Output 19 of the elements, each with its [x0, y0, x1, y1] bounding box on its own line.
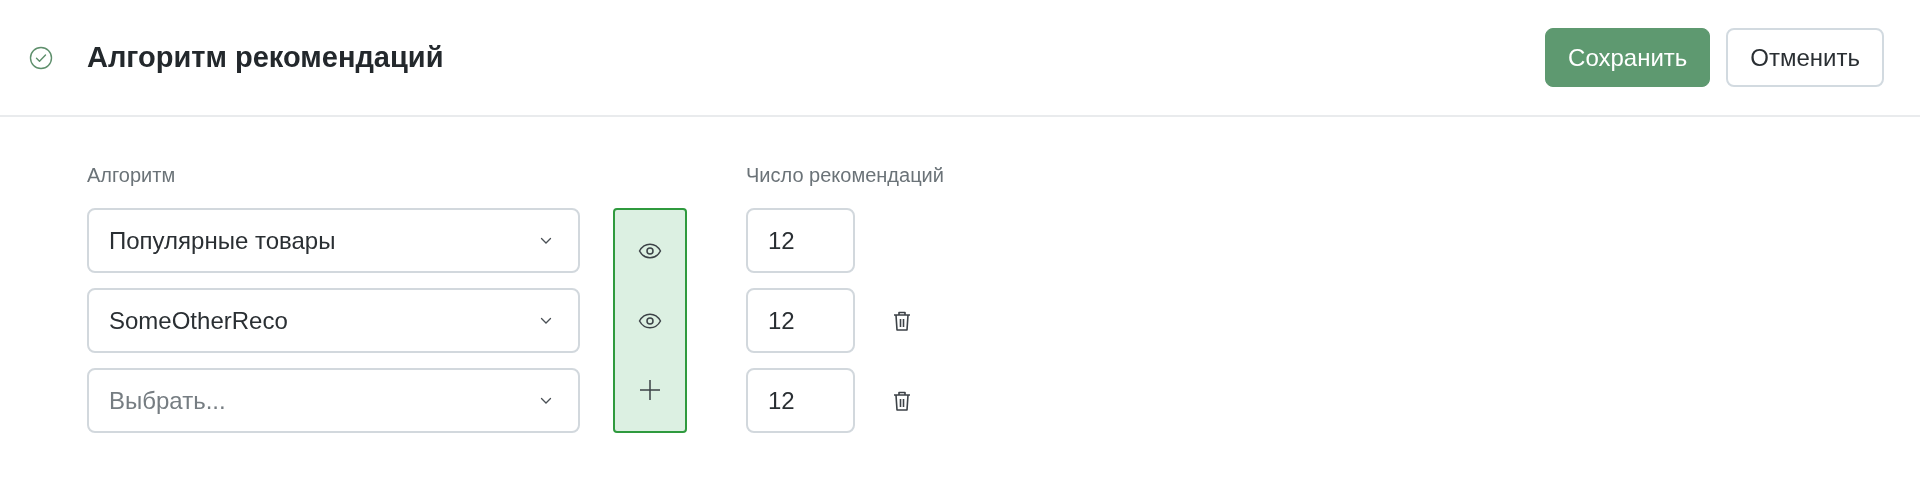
- count-field[interactable]: 12: [746, 208, 855, 273]
- eye-icon[interactable]: [638, 243, 662, 259]
- field-label: Алгоритм: [87, 167, 177, 188]
- algorithm-dropdown[interactable]: Выбрать...: [87, 368, 580, 433]
- count-field[interactable]: 12: [746, 368, 855, 433]
- field-label: Число рекомендаций: [746, 167, 944, 188]
- check-circle-icon: [29, 45, 53, 70]
- algorithm-dropdown[interactable]: SomeOtherReco: [87, 288, 580, 353]
- trash-icon[interactable]: [893, 309, 911, 332]
- eye-icon[interactable]: [638, 312, 662, 329]
- caret-icon: [540, 316, 552, 325]
- caret-icon: [540, 396, 552, 405]
- cancel-button[interactable]: Отменить: [1726, 28, 1884, 87]
- page-title: Алгоритм рекомендаций: [87, 41, 444, 74]
- algorithm-dropdown[interactable]: Популярные товары: [87, 208, 580, 273]
- count-field[interactable]: 12: [746, 288, 855, 353]
- caret-icon: [540, 236, 552, 245]
- plus-icon[interactable]: [639, 379, 661, 401]
- trash-icon[interactable]: [893, 389, 911, 412]
